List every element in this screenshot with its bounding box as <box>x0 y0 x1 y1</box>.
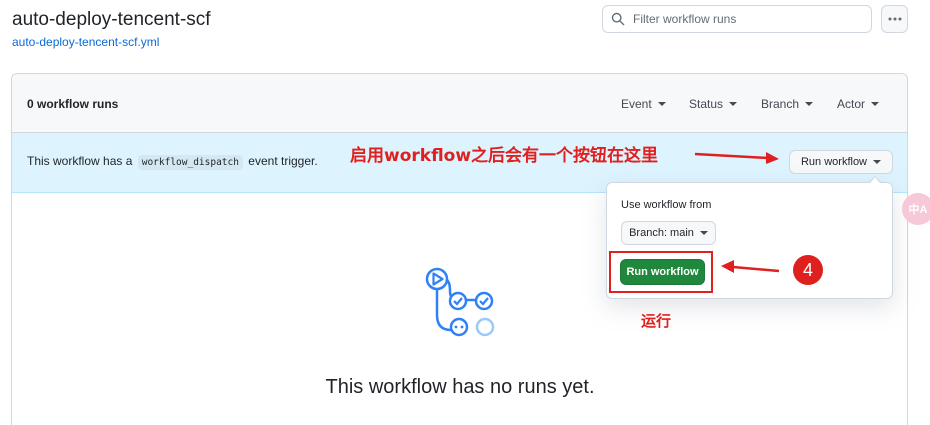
caret-down-icon <box>699 231 708 235</box>
more-options-button[interactable] <box>881 5 908 33</box>
caret-down-icon <box>729 102 738 106</box>
caret-down-icon <box>873 160 882 164</box>
annotation-top-note: 启用workflow之后会有一个按钮在这里 <box>350 146 659 166</box>
filter-actor-label: Actor <box>837 97 866 111</box>
search-icon <box>611 12 625 26</box>
highlight-box <box>609 251 713 293</box>
banner-text-before: This workflow has a <box>27 154 133 168</box>
filter-status-label: Status <box>689 97 724 111</box>
runs-count: 0 workflow runs <box>27 97 119 111</box>
empty-state-title: This workflow has no runs yet. <box>325 376 595 398</box>
dispatch-banner-text: This workflow has a workflow_dispatch ev… <box>27 154 318 170</box>
branch-select-button[interactable]: Branch: main <box>621 221 716 245</box>
workflow-title: auto-deploy-tencent-scf <box>12 9 211 30</box>
runs-list-header: 0 workflow runs Event Status Branch Acto… <box>12 74 907 133</box>
run-workflow-dropdown-button[interactable]: Run workflow <box>789 150 893 174</box>
translate-widget[interactable]: 中A <box>902 193 930 225</box>
filter-runs-input[interactable] <box>633 12 853 26</box>
popover-arrow-inner <box>870 177 880 183</box>
annotation-run-note: 运行 <box>641 312 672 330</box>
filter-branch-label: Branch <box>761 97 800 111</box>
filter-event[interactable]: Event <box>621 97 666 111</box>
caret-down-icon <box>805 102 814 106</box>
workflow-icon <box>425 267 495 337</box>
caret-down-icon <box>871 102 880 106</box>
step-number-badge: 4 <box>793 255 823 285</box>
dispatch-code: workflow_dispatch <box>137 155 243 170</box>
branch-select-label: Branch: main <box>629 227 694 239</box>
run-workflow-dropdown-label: Run workflow <box>800 156 868 168</box>
filter-branch[interactable]: Branch <box>761 97 814 111</box>
filter-actor[interactable]: Actor <box>837 97 880 111</box>
workflow-file-link[interactable]: auto-deploy-tencent-scf.yml <box>12 35 159 49</box>
filter-runs-search[interactable] <box>602 5 872 33</box>
caret-down-icon <box>657 102 666 106</box>
banner-text-after: event trigger. <box>248 154 318 168</box>
use-workflow-from-label: Use workflow from <box>621 199 712 211</box>
filter-status[interactable]: Status <box>689 97 738 111</box>
kebab-horizontal-icon <box>888 17 901 21</box>
filter-event-label: Event <box>621 97 652 111</box>
